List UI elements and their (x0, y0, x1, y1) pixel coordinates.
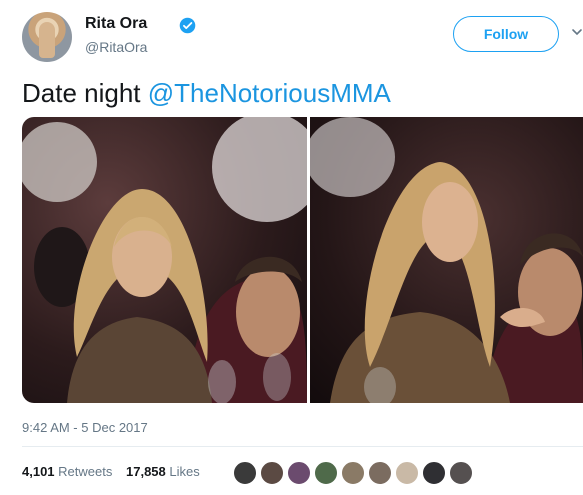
liker-avatars (233, 461, 476, 485)
tweet-stats: 4,101 Retweets 17,858 Likes (22, 464, 210, 479)
liker-avatar[interactable] (395, 461, 419, 485)
retweets-label: Retweets (58, 464, 113, 479)
avatar-figure (39, 22, 55, 58)
liker-avatar[interactable] (449, 461, 473, 485)
author-name[interactable]: Rita Ora (85, 15, 147, 33)
likes-label: Likes (169, 464, 200, 479)
liker-avatar[interactable] (260, 461, 284, 485)
media-grid (22, 117, 583, 403)
liker-avatar[interactable] (422, 461, 446, 485)
liker-avatar[interactable] (314, 461, 338, 485)
mention-link[interactable]: @TheNotoriousMMA (148, 78, 391, 108)
photo-right-art (310, 117, 583, 403)
follow-button[interactable]: Follow (453, 16, 559, 52)
retweets-count: 4,101 (22, 464, 55, 479)
liker-avatar[interactable] (287, 461, 311, 485)
photo-left-art (22, 117, 307, 403)
liker-avatar[interactable] (233, 461, 257, 485)
retweets-stat[interactable]: 4,101 Retweets (22, 464, 112, 479)
verified-badge-icon (179, 17, 196, 34)
tweet-text-body: Date night (22, 78, 148, 108)
stats-divider (22, 446, 583, 447)
tweet-header: Rita Ora @RitaOra Follow (22, 12, 583, 64)
likes-count: 17,858 (126, 464, 166, 479)
likes-stat[interactable]: 17,858 Likes (126, 464, 200, 479)
tweet-text: Date night @TheNotoriousMMA (22, 78, 391, 109)
tweet-timestamp[interactable]: 9:42 AM - 5 Dec 2017 (22, 420, 148, 435)
photo-right[interactable] (310, 117, 583, 403)
chevron-down-icon[interactable] (571, 26, 583, 38)
liker-avatar[interactable] (368, 461, 392, 485)
avatar[interactable] (22, 12, 72, 62)
author-handle[interactable]: @RitaOra (85, 39, 147, 55)
photo-left[interactable] (22, 117, 307, 403)
liker-avatar[interactable] (341, 461, 365, 485)
